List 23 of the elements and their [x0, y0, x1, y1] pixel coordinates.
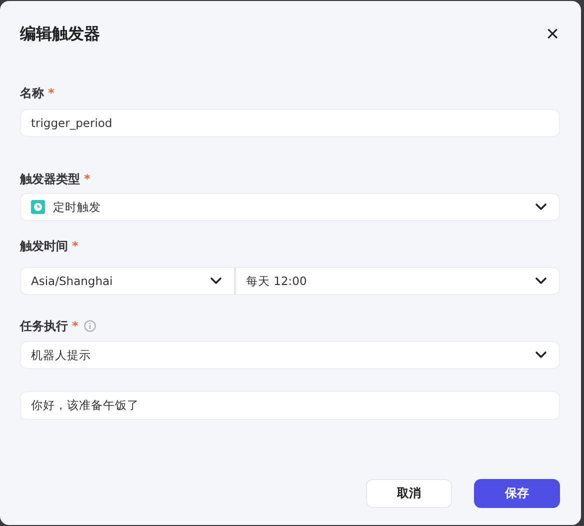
select-dropdown[interactable]: 定时触发: [20, 193, 560, 221]
close-button[interactable]: ×: [544, 23, 561, 45]
cancel-button[interactable]: 取消: [366, 479, 452, 508]
field-label: 任务执行: [20, 318, 68, 334]
field-label: 触发器类型: [20, 170, 80, 188]
clock-icon: [31, 200, 45, 214]
input-field[interactable]: trigger_period: [20, 109, 560, 137]
select-dropdown[interactable]: Asia/Shanghai: [20, 267, 236, 295]
select-dropdown[interactable]: 机器人提示: [20, 341, 560, 369]
chevron-down-icon: [535, 351, 547, 359]
save-button[interactable]: 保存: [474, 479, 560, 508]
select-dropdown[interactable]: 每天 12:00: [236, 267, 560, 295]
chevron-down-icon: [535, 203, 547, 211]
field-label: 名称: [20, 84, 44, 102]
required-mark: *: [72, 239, 78, 253]
chevron-down-icon: [535, 277, 547, 285]
chevron-down-icon: [210, 277, 222, 285]
required-mark: *: [48, 86, 54, 100]
required-mark: *: [72, 319, 78, 333]
dialog-title: 编辑触发器: [20, 24, 100, 44]
input-field[interactable]: 你好，该准备午饭了: [20, 391, 560, 420]
field-label: 触发时间: [20, 238, 68, 254]
required-mark: *: [84, 172, 90, 186]
